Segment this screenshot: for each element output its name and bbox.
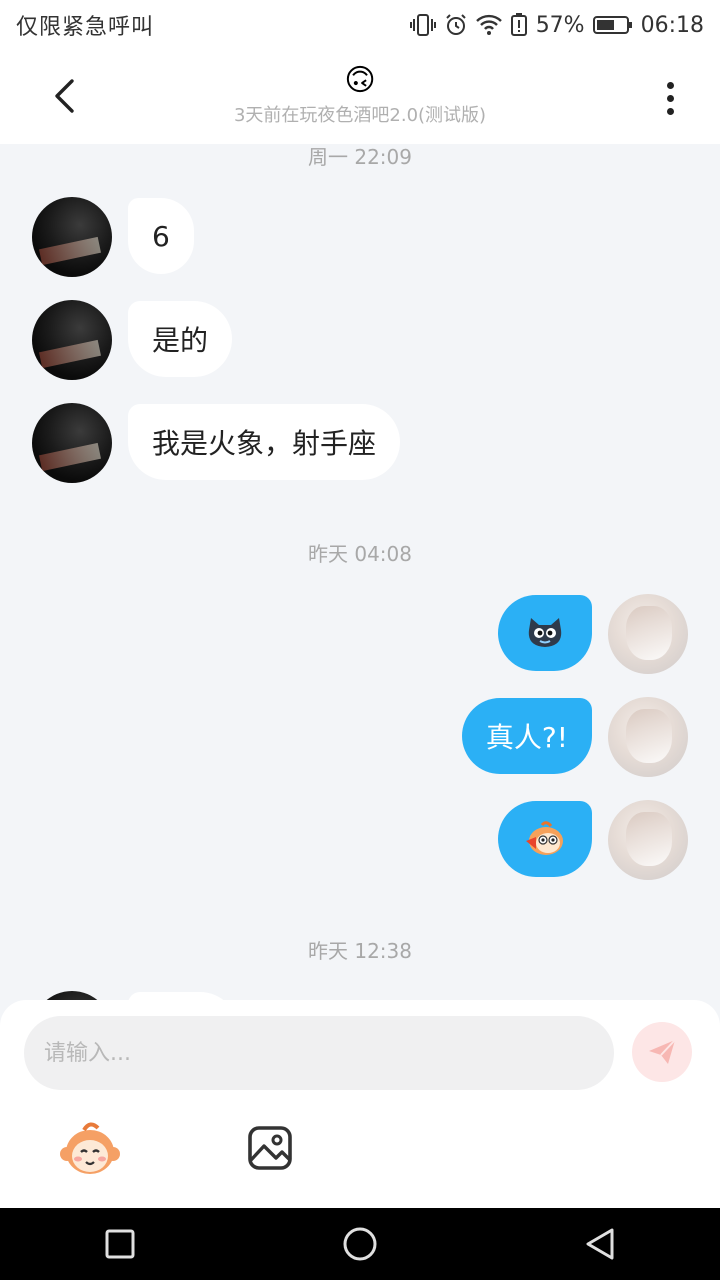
- my-avatar[interactable]: [608, 697, 688, 777]
- timestamp: 昨天 12:38: [308, 939, 412, 963]
- triangle-back-icon: [586, 1228, 614, 1260]
- status-icons: 57% 06:18: [409, 12, 704, 38]
- dot: [666, 107, 674, 115]
- contact-avatar[interactable]: [32, 197, 112, 277]
- back-nav-button[interactable]: [568, 1212, 632, 1276]
- dot: [666, 81, 674, 89]
- message-bubble-outgoing-sticker[interactable]: [498, 595, 592, 671]
- circle-icon: [343, 1227, 377, 1261]
- alarm-icon: [444, 13, 468, 37]
- contact-status: 3天前在玩夜色酒吧2.0(测试版): [233, 105, 487, 126]
- monkey-sticker-icon: [60, 1122, 120, 1174]
- back-button[interactable]: [44, 74, 84, 118]
- contact-avatar[interactable]: [32, 991, 112, 1000]
- home-button[interactable]: [328, 1212, 392, 1276]
- square-icon: [105, 1229, 135, 1259]
- message-bubble-outgoing-sticker[interactable]: [498, 801, 592, 877]
- chat-header: 🙃 3天前在玩夜色酒吧2.0(测试版): [0, 50, 720, 144]
- send-button[interactable]: [632, 1022, 692, 1082]
- sticker-button[interactable]: [58, 1118, 122, 1182]
- message-bubble-incoming[interactable]: [128, 992, 238, 1000]
- send-plane-icon: [649, 1039, 676, 1064]
- contact-avatar[interactable]: [32, 300, 112, 380]
- carrier-label: 仅限紧急呼叫: [16, 15, 155, 40]
- battery-icon: [592, 15, 633, 35]
- battery-percent: 57%: [535, 12, 585, 38]
- status-bar: 仅限紧急呼叫 57% 06:18: [0, 0, 720, 50]
- message-composer: [0, 1000, 720, 1208]
- timestamp: 昨天 04:08: [308, 542, 412, 566]
- wifi-icon: [475, 14, 502, 36]
- image-picker-button[interactable]: [246, 1124, 294, 1172]
- chevron-left-icon: [55, 79, 74, 113]
- system-navigation-bar: [0, 1208, 720, 1280]
- message-bubble-incoming[interactable]: 我是火象，射手座: [128, 404, 401, 480]
- contact-name-emoji: 🙃: [344, 63, 376, 98]
- black-cat-face-icon: [528, 618, 562, 647]
- orange-monkey-face-icon: [526, 821, 563, 855]
- my-avatar[interactable]: [608, 800, 688, 880]
- battery-alert-icon: [510, 13, 528, 37]
- recents-button[interactable]: [88, 1212, 152, 1276]
- message-bubble-incoming[interactable]: 6: [128, 198, 194, 274]
- vibrate-icon: [409, 13, 436, 37]
- dot: [666, 94, 674, 102]
- more-options-button[interactable]: [646, 76, 694, 120]
- contact-info: 🙃 3天前在玩夜色酒吧2.0(测试版): [234, 63, 486, 127]
- message-bubble-incoming[interactable]: 是的: [128, 301, 233, 377]
- message-input[interactable]: [24, 1016, 614, 1090]
- message-list[interactable]: 周一 22:09 6 是的 我是火象，射手座 昨天 04:08 真人?! 昨天 …: [0, 144, 720, 1000]
- contact-avatar[interactable]: [32, 403, 112, 483]
- my-avatar[interactable]: [608, 594, 688, 674]
- timestamp: 周一 22:09: [308, 145, 412, 169]
- message-bubble-outgoing[interactable]: 真人?!: [461, 698, 592, 774]
- image-icon: [248, 1126, 292, 1170]
- clock: 06:18: [640, 12, 704, 38]
